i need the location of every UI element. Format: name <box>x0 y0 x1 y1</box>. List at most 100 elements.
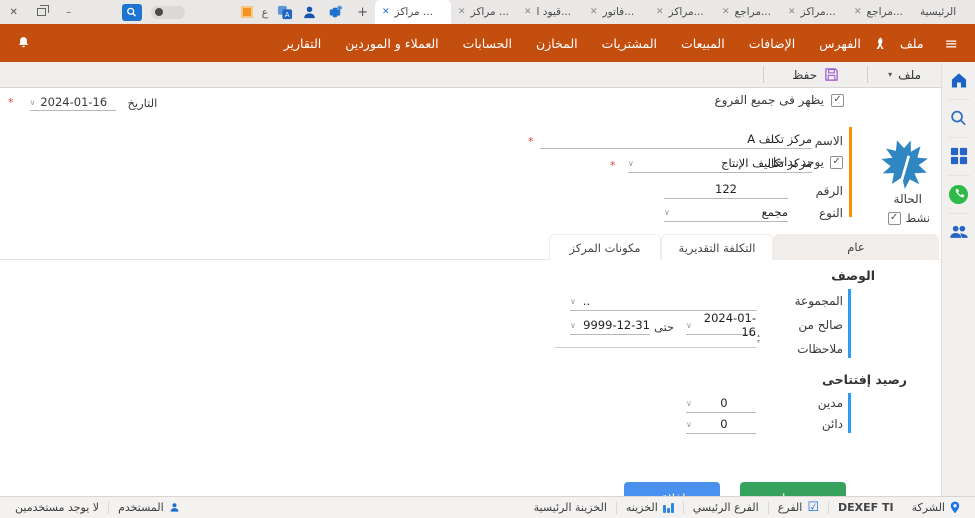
tab-close-icon[interactable]: ✕ <box>590 7 598 17</box>
theme-toggle[interactable] <box>151 6 186 19</box>
whatsapp-icon <box>948 184 969 205</box>
sidebar-home-button[interactable] <box>949 68 969 92</box>
sidebar-search-button[interactable] <box>949 106 968 130</box>
tab-close-icon[interactable]: ✕ <box>854 7 862 17</box>
tab-close-icon[interactable]: ✕ <box>788 7 796 17</box>
hamburger-menu-button[interactable]: ≡ <box>936 34 967 53</box>
statusbar-divider <box>616 501 617 514</box>
menu-warehouses[interactable]: المخازن <box>524 36 590 51</box>
new-tab-button[interactable]: + <box>356 5 369 20</box>
color-swatch-icon[interactable] <box>241 6 252 18</box>
tab-home[interactable]: الرئيسية <box>913 0 975 24</box>
grid-icon <box>950 147 968 165</box>
name-input[interactable]: مركز تكلف A <box>540 130 812 149</box>
type-select[interactable]: مجمع ∨ <box>664 203 788 222</box>
chevron-down-icon[interactable]: ∨ <box>686 321 692 330</box>
save-button-label: حفظ <box>792 68 817 82</box>
group-select[interactable]: ∨ .. <box>570 292 757 311</box>
field-accent-bar <box>849 127 852 217</box>
people-icon <box>949 223 969 241</box>
save-button[interactable]: حفظ <box>740 482 846 496</box>
type-value: مجمع <box>762 205 788 219</box>
menu-file[interactable]: ملف <box>888 36 936 51</box>
show-all-branches-checkbox[interactable]: ✓ يظهر فى جميع الفروع <box>714 93 844 107</box>
form-tab-strip: عام التكلفة التقديرية مكونات المركز <box>0 234 941 260</box>
checkbox-checked-icon[interactable]: ✓ <box>888 212 901 225</box>
tab-center-components[interactable]: مكونات المركز <box>549 234 661 260</box>
menu-clients-suppliers[interactable]: العملاء و الموردين <box>333 36 450 51</box>
tab-estimated-cost[interactable]: التكلفة التقديرية <box>661 234 773 260</box>
date-input[interactable]: ∨ 2024-01-16 <box>30 94 116 111</box>
window-close-button[interactable]: ✕ <box>0 0 27 24</box>
bell-icon <box>16 35 31 51</box>
checkbox-checked-icon[interactable]: ✓ <box>830 156 843 169</box>
settings-button[interactable] <box>326 4 344 21</box>
tab-entries[interactable]: ✕ قيود ا... <box>517 0 583 24</box>
tab-close-icon[interactable]: ✕ <box>382 7 390 17</box>
statusbar-main-branch[interactable]: الفرع الرئيسي <box>684 501 768 514</box>
notes-textarea[interactable] <box>555 334 756 348</box>
menu-purchases[interactable]: المشتريات <box>590 36 669 51</box>
menu-accounts[interactable]: الحسابات <box>451 36 524 51</box>
window-minimize-button[interactable]: – <box>55 0 82 24</box>
spin-down-icon[interactable]: ▾ <box>757 339 760 345</box>
close-button[interactable]: اغلاق <box>624 482 720 496</box>
menu-index[interactable]: الفهرس <box>807 36 873 51</box>
tab-review-2[interactable]: ✕ مراجع... <box>847 0 913 24</box>
notifications-button[interactable] <box>8 35 39 51</box>
tab-general[interactable]: عام <box>773 234 939 260</box>
sidebar-apps-button[interactable] <box>950 144 968 168</box>
checkbox-checked-icon[interactable]: ✓ <box>831 94 844 107</box>
sidebar-contacts-button[interactable] <box>949 220 969 244</box>
statusbar-user[interactable]: المستخدم <box>109 501 189 514</box>
tab-close-icon[interactable]: ✕ <box>458 7 466 17</box>
notes-spinner[interactable]: ▴ ▾ <box>757 333 760 345</box>
credit-value: 0 <box>692 417 756 431</box>
status-active-checkbox[interactable]: ✓ نشط <box>888 211 930 225</box>
file-dropdown[interactable]: ملف ▾ <box>868 68 941 82</box>
statusbar-main-treasury[interactable]: الخزينة الرئيسية <box>525 501 616 514</box>
tab-invoice[interactable]: ✕ فاتور... <box>583 0 649 24</box>
number-label: الرقم <box>816 184 843 198</box>
valid-to-input[interactable]: 9999-12-31 ∨ <box>570 316 650 335</box>
user-account-button[interactable] <box>302 5 317 20</box>
statusbar-divider <box>768 501 769 514</box>
maple-leaf-icon <box>878 138 932 192</box>
tab-cost-centers-3[interactable]: ✕ مراكز... <box>649 0 715 24</box>
number-value: 122 <box>715 182 737 196</box>
chevron-down-icon[interactable]: ∨ <box>570 321 576 330</box>
tab-close-icon[interactable]: ✕ <box>722 7 730 17</box>
statusbar-treasury[interactable]: الخزينه <box>617 501 683 514</box>
valid-from-input[interactable]: 2024-01-16 ∨ <box>686 316 756 335</box>
tab-close-icon[interactable]: ✕ <box>524 7 532 17</box>
right-sidebar <box>941 62 975 496</box>
statusbar-branch[interactable]: ☑ الفرع <box>769 501 828 514</box>
chevron-down-icon[interactable]: ∨ <box>570 297 576 306</box>
menu-addons[interactable]: الإضافات <box>737 36 808 51</box>
language-badge[interactable]: ع <box>262 6 269 19</box>
person-icon <box>169 502 180 513</box>
save-button-toolbar[interactable]: حفظ <box>764 67 867 82</box>
debit-input[interactable]: ∨ 0 <box>686 394 756 413</box>
chevron-down-icon[interactable]: ∨ <box>30 98 36 107</box>
tab-label: مراكز... <box>801 6 836 18</box>
global-search-button[interactable] <box>122 4 141 21</box>
translate-button[interactable]: A <box>277 5 293 20</box>
tab-cost-centers-active[interactable]: ✕ مراكز ... <box>375 0 451 24</box>
parent-select[interactable]: مركز تكاليف الإنتاج ∨ <box>628 154 812 173</box>
chevron-down-icon[interactable]: ∨ <box>628 159 634 168</box>
chevron-down-icon[interactable]: ∨ <box>664 208 670 217</box>
sidebar-whatsapp-button[interactable] <box>948 182 969 206</box>
tab-close-icon[interactable]: ✕ <box>656 7 664 17</box>
tab-cost-centers-2[interactable]: ✕ مراكز ... <box>451 0 517 24</box>
window-restore-button[interactable] <box>27 0 54 24</box>
menu-reports[interactable]: التقارير <box>272 36 334 51</box>
menu-sales[interactable]: المبيعات <box>669 36 737 51</box>
statusbar-company[interactable]: الشركة <box>903 501 969 514</box>
tab-review-1[interactable]: ✕ مراجع... <box>715 0 781 24</box>
number-input[interactable]: 122 <box>664 180 788 199</box>
search-icon <box>949 109 968 128</box>
tab-cost-centers-4[interactable]: ✕ مراكز... <box>781 0 847 24</box>
treasury-label: الخزينه <box>626 501 658 514</box>
credit-input[interactable]: ∨ 0 <box>686 415 756 434</box>
